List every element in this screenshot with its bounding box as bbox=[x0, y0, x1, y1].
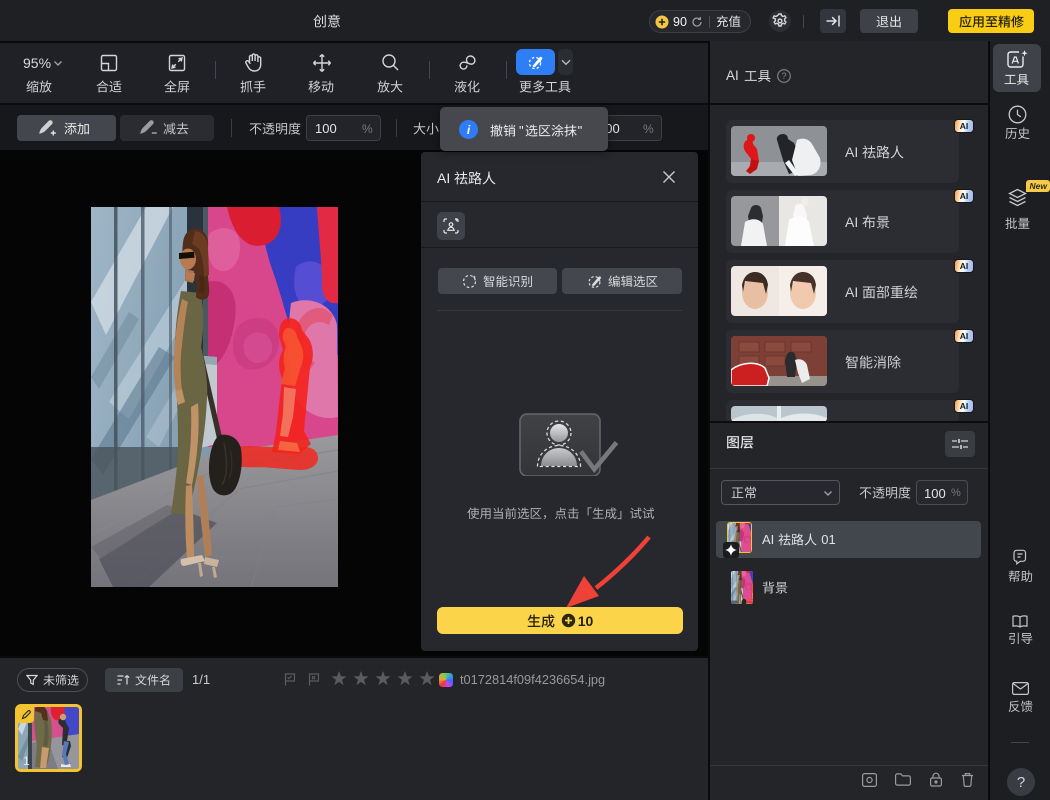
svg-text:?: ? bbox=[781, 71, 786, 81]
